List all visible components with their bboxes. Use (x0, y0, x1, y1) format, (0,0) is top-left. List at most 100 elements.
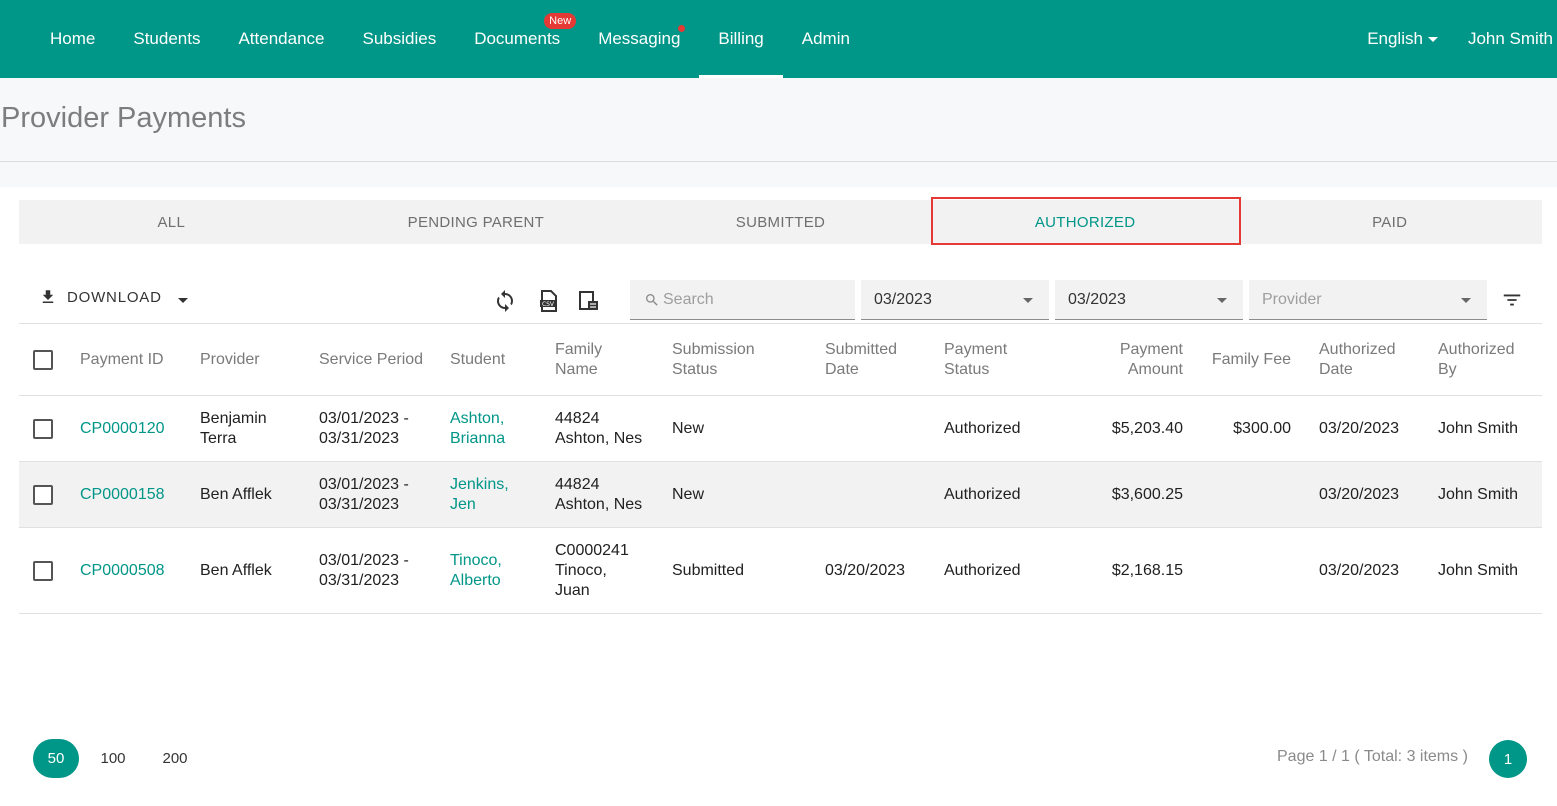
chevron-down-icon (1427, 36, 1438, 42)
nav-billing[interactable]: Billing (699, 0, 784, 78)
nav-documents[interactable]: Documents New (455, 0, 579, 78)
header-line: Name (555, 361, 598, 378)
tab-authorized[interactable]: AUTHORIZED (933, 200, 1238, 244)
tab-submitted[interactable]: SUBMITTED (628, 200, 933, 244)
header-submission-status[interactable]: Submission Status (672, 325, 755, 395)
student-cell: Tinoco, Alberto (450, 528, 502, 613)
payment-id-link[interactable]: CP0000158 (80, 485, 165, 505)
unread-dot (678, 25, 686, 32)
student-link[interactable]: Ashton, Brianna (450, 409, 505, 449)
cell-line: Ben Afflek (200, 485, 272, 503)
header-line: Family (555, 341, 603, 358)
authorized-date-cell: 03/20/2023 (1319, 485, 1400, 503)
tab-pending-parent[interactable]: PENDING PARENT (324, 200, 629, 244)
page-number-button[interactable]: 1 (1489, 740, 1527, 778)
submission-status-cell: New (672, 419, 705, 437)
from-period-select[interactable]: 03/2023 (861, 280, 1049, 320)
row-checkbox-cell (33, 462, 53, 527)
provider-cell: Ben Afflek (200, 528, 272, 613)
header-authorized-date[interactable]: Authorized Date (1319, 325, 1396, 395)
provider-cell: Benjamin Terra (200, 396, 267, 461)
header-payment-status[interactable]: Payment Status (944, 325, 1007, 395)
payment-id-link[interactable]: CP0000508 (80, 561, 165, 581)
family-fee-cell: $300.00 (1233, 419, 1291, 437)
nav-label: Subsidies (362, 29, 437, 48)
export-file-icon[interactable] (577, 289, 601, 313)
tab-all[interactable]: ALL (19, 200, 324, 244)
main-nav: Home Students Attendance Subsidies Docum… (31, 0, 869, 78)
family-name-cell: 44824 Ashton, Nes (555, 462, 642, 527)
cell-line: 44824 (555, 475, 600, 493)
csv-file-icon[interactable]: CSV (536, 289, 560, 313)
cell-line: 03/01/2023 - (319, 475, 409, 493)
row-checkbox[interactable] (33, 418, 53, 439)
header-payment-id[interactable]: Payment ID (80, 325, 164, 395)
cell-line: 03/31/2023 (319, 495, 400, 513)
header-line: Amount (1127, 361, 1183, 378)
to-period-select[interactable]: 03/2023 (1055, 280, 1243, 320)
nav-label: Billing (718, 29, 764, 48)
provider-select[interactable]: Provider (1249, 280, 1487, 320)
header-service-period[interactable]: Service Period (319, 325, 423, 395)
row-checkbox-cell (33, 528, 53, 613)
tab-paid[interactable]: PAID (1237, 200, 1542, 244)
filter-list-icon[interactable] (1501, 289, 1523, 311)
submitted-date-cell: 03/20/2023 (825, 561, 906, 579)
search-input[interactable]: Search (630, 280, 855, 320)
header-student[interactable]: Student (450, 325, 505, 395)
cell-line: 03/01/2023 - (319, 409, 409, 427)
header-line: Date (1319, 361, 1353, 378)
nav-subsidies[interactable]: Subsidies (343, 0, 455, 78)
cell-line: Ben Afflek (200, 561, 272, 579)
table-row: CP0000158 Ben Afflek 03/01/2023 - 03/31/2… (19, 462, 1542, 528)
nav-right: English John Smith (1367, 0, 1553, 78)
header-line: Status (672, 361, 718, 378)
header-family-fee[interactable]: Family Fee (1191, 325, 1291, 395)
page-size-200[interactable]: 200 (151, 739, 199, 778)
nav-label: Admin (801, 29, 850, 48)
header-submitted-date[interactable]: Submitted Date (825, 325, 897, 395)
nav-label: Home (50, 29, 96, 48)
refresh-icon[interactable] (493, 289, 517, 313)
download-button[interactable]: DOWNLOAD (39, 288, 162, 306)
cell-line: Jen (450, 495, 476, 513)
nav-messaging[interactable]: Messaging (579, 0, 699, 78)
authorized-by-cell: John Smith (1438, 419, 1519, 437)
nav-attendance[interactable]: Attendance (219, 0, 343, 78)
student-link[interactable]: Jenkins, Jen (450, 475, 509, 515)
cell-line: 03/31/2023 (319, 429, 400, 447)
header-line: Date (825, 361, 859, 378)
row-checkbox[interactable] (33, 484, 53, 505)
language-selector[interactable]: English (1367, 29, 1438, 49)
header-authorized-by[interactable]: Authorized By (1438, 325, 1515, 395)
payments-table: Payment ID Provider Service Period Stude… (19, 325, 1542, 614)
chevron-down-icon[interactable] (178, 298, 188, 303)
row-checkbox-cell (33, 396, 53, 461)
user-menu[interactable]: John Smith (1468, 29, 1553, 49)
pagination-info: Page 1 / 1 ( Total: 3 items ) (1277, 748, 1468, 765)
nav-label: Documents (474, 29, 561, 48)
search-icon (646, 293, 658, 306)
nav-students[interactable]: Students (114, 0, 219, 78)
cell-line: Tinoco, (450, 551, 502, 569)
nav-admin[interactable]: Admin (783, 0, 869, 78)
page-header: Provider Payments (0, 78, 1557, 162)
payment-status-cell: Authorized (944, 485, 1021, 503)
select-all-checkbox[interactable] (33, 350, 53, 370)
page-size-50[interactable]: 50 (33, 739, 79, 778)
payment-status-cell: Authorized (944, 561, 1021, 579)
page-size-100[interactable]: 100 (90, 739, 136, 778)
payment-id-link[interactable]: CP0000120 (80, 419, 165, 439)
header-family-name[interactable]: Family Name (555, 325, 602, 395)
header-provider[interactable]: Provider (200, 325, 260, 395)
family-name-cell: C0000241 Tinoco, Juan (555, 528, 629, 613)
nav-home[interactable]: Home (31, 0, 114, 78)
student-link[interactable]: Tinoco, Alberto (450, 551, 502, 591)
svg-text:CSV: CSV (542, 301, 555, 308)
header-payment-amount[interactable]: Payment Amount (1079, 325, 1183, 395)
table-header-row: Payment ID Provider Service Period Stude… (19, 325, 1542, 396)
student-cell: Jenkins, Jen (450, 462, 509, 527)
row-checkbox[interactable] (33, 560, 53, 581)
nav-label: Students (133, 29, 201, 48)
header-line: Authorized (1319, 341, 1396, 358)
